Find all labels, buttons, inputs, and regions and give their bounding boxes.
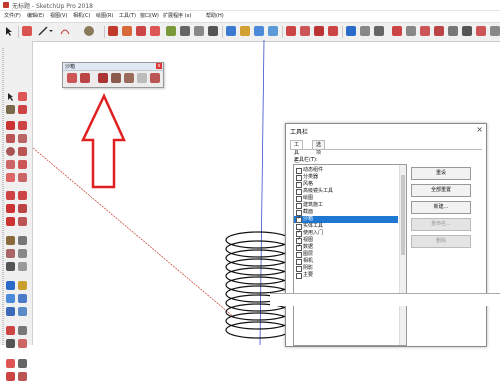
list-item[interactable]: 分类器 <box>294 174 398 181</box>
smoove-icon[interactable] <box>98 73 108 83</box>
checkbox[interactable] <box>296 273 302 279</box>
drape-icon[interactable] <box>124 73 134 83</box>
reset-button[interactable]: 重设 <box>411 167 471 180</box>
reset-all-button[interactable]: 全部重置 <box>411 184 471 197</box>
dialog-title: 工具栏 <box>290 129 309 136</box>
palette-title: 沙箱 <box>65 64 76 70</box>
tab-options[interactable]: 选项 <box>312 140 326 156</box>
section-cut-icon[interactable] <box>18 359 27 368</box>
red-axis <box>32 147 236 319</box>
list-scrollbar[interactable] <box>399 165 406 345</box>
list-item-selected[interactable]: 沙箱 <box>294 215 398 223</box>
tab-toolbars[interactable]: 工具栏 <box>290 140 304 164</box>
warehouse-icon[interactable] <box>6 372 15 381</box>
palette-close-button[interactable]: x <box>156 63 162 69</box>
dialog-close-button[interactable]: × <box>476 125 483 134</box>
scrollbar-thumb[interactable] <box>401 175 405 255</box>
list-item[interactable]: 高级镜头工具 <box>294 188 398 195</box>
helix-spring <box>225 231 291 339</box>
delete-button[interactable]: 删除 <box>411 235 471 248</box>
annotation-up-arrow <box>81 93 126 189</box>
extension-icon[interactable] <box>18 372 27 381</box>
list-item[interactable]: 图层 <box>294 251 398 258</box>
toolbars-list[interactable]: 动态组件 分类器 风格 高级镜头工具 绘图 建筑施工 截面 沙箱 实体工具 使用… <box>293 164 407 346</box>
flip-edge-icon[interactable] <box>150 73 160 83</box>
list-item[interactable]: 相机 <box>294 258 398 265</box>
list-item[interactable]: 建筑施工 <box>294 202 398 209</box>
sandbox-toolbar-palette[interactable]: 沙箱 x <box>62 62 164 88</box>
section-display-icon[interactable] <box>6 359 15 368</box>
toolbars-dialog: 工具栏 × 工具栏 选项 工具栏(T): 动态组件 分类器 风格 高级镜头工具 … <box>285 123 487 347</box>
list-item[interactable]: 截面 <box>294 209 398 216</box>
sandbox-from-contours-icon[interactable] <box>67 73 77 83</box>
tray-panel-edge <box>270 293 500 306</box>
sandbox-from-scratch-icon[interactable] <box>80 73 90 83</box>
list-item[interactable]: 动态组件 <box>294 167 398 174</box>
list-item[interactable]: 阴影 <box>294 265 398 272</box>
stamp-icon[interactable] <box>111 73 121 83</box>
list-item[interactable]: 主要 <box>294 272 398 279</box>
list-item[interactable]: 实体工具 <box>294 223 398 230</box>
palette-header[interactable]: 沙箱 x <box>63 63 163 71</box>
rename-button[interactable]: 重命名... <box>411 218 471 231</box>
toolbars-list-label: 工具栏(T): <box>294 157 318 163</box>
list-item[interactable]: 使用入门 <box>294 229 398 237</box>
list-item[interactable]: 绘图 <box>294 195 398 202</box>
list-item[interactable]: 视图 <box>294 236 398 244</box>
new-toolbar-button[interactable]: 新建... <box>411 201 471 214</box>
list-item[interactable]: 风格 <box>294 181 398 188</box>
tab-divider <box>290 149 482 150</box>
blue-axis <box>259 39 265 345</box>
add-detail-icon[interactable] <box>137 73 147 83</box>
list-item[interactable]: 数据 <box>294 243 398 251</box>
